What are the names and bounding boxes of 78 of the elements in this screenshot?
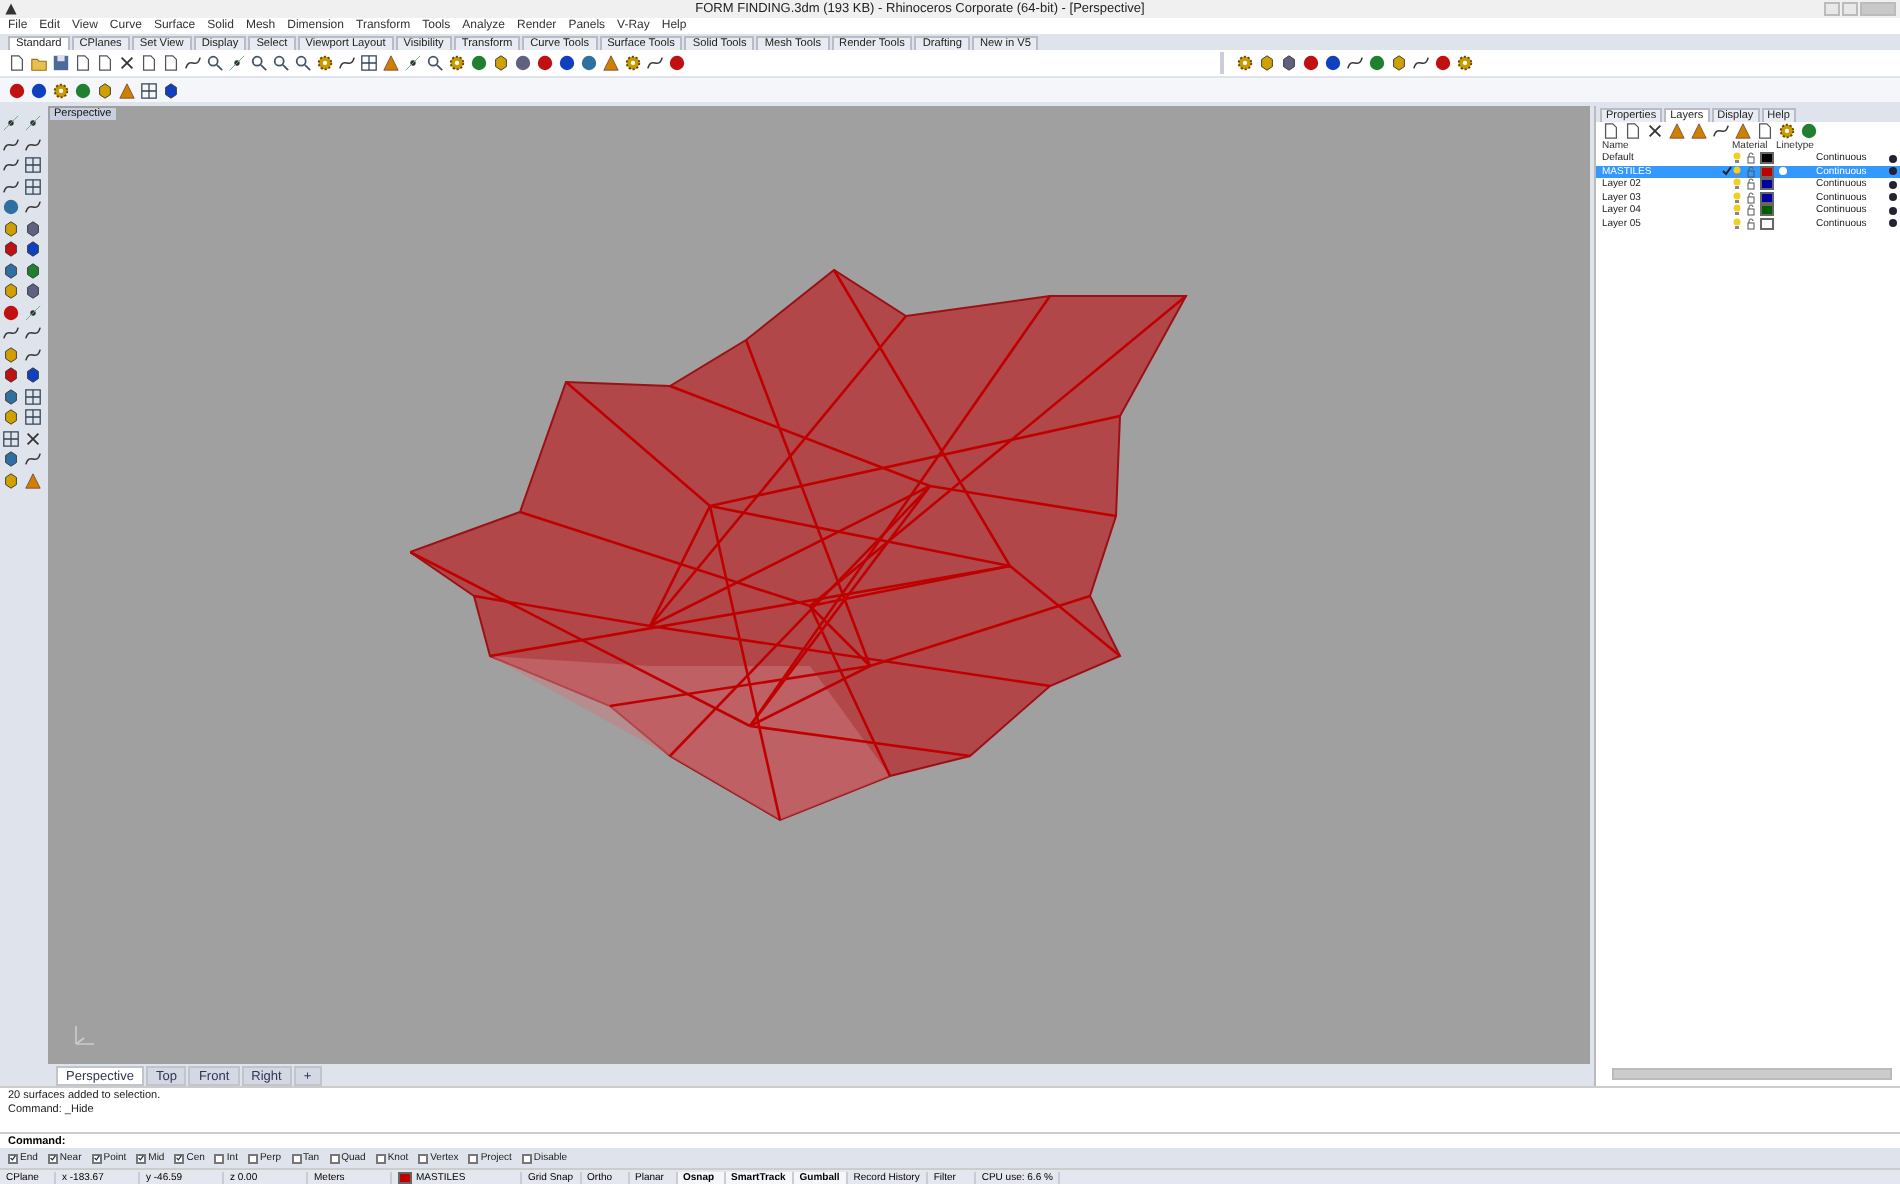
checkbox[interactable] [329,1153,340,1163]
gear-icon[interactable] [448,54,466,72]
magnifier-icon[interactable] [250,54,268,72]
magnifier-icon[interactable] [426,54,444,72]
magnifier-icon[interactable] [294,54,312,72]
magnifier-icon[interactable] [272,54,290,72]
cross-icon[interactable] [118,54,136,72]
lightbulb-icon[interactable] [1732,191,1742,204]
checkbox[interactable] [521,1153,532,1163]
gear-icon[interactable] [52,81,70,99]
circle-icon[interactable] [1778,166,1788,177]
checkbox[interactable] [136,1153,147,1163]
grid-icon[interactable] [24,177,42,195]
sphere-icon[interactable] [2,303,20,321]
color-swatch[interactable] [1760,217,1774,230]
padlock-icon[interactable] [1746,165,1756,178]
point-icon[interactable] [24,303,42,321]
grid-icon[interactable] [360,54,378,72]
checkbox[interactable] [91,1153,102,1163]
point-icon[interactable] [404,54,422,72]
cross-icon[interactable] [1646,121,1664,139]
lightbulb-icon[interactable] [1732,217,1742,230]
grid-icon[interactable] [24,387,42,405]
grid-icon[interactable] [24,408,42,426]
lightbulb-icon[interactable] [1732,165,1742,178]
checkbox[interactable] [8,1153,18,1163]
checkbox[interactable] [47,1153,58,1163]
color-swatch[interactable] [1760,178,1774,191]
grid-icon[interactable] [24,156,42,174]
curve-icon[interactable] [24,450,42,468]
sphere-icon[interactable] [1800,121,1818,139]
color-swatch[interactable] [1760,204,1774,217]
gear-icon[interactable] [316,54,334,72]
lightbulb-icon[interactable] [1732,152,1742,165]
folder-icon[interactable] [30,54,48,72]
checkbox[interactable] [291,1153,302,1163]
padlock-icon[interactable] [1746,152,1756,165]
padlock-icon[interactable] [1746,191,1756,204]
sphere-icon[interactable] [2,198,20,216]
sphere-icon[interactable] [668,54,686,72]
gear-icon[interactable] [624,54,642,72]
sphere-icon[interactable] [470,54,488,72]
checkbox[interactable] [418,1153,429,1163]
gear-icon[interactable] [1236,54,1254,72]
point-icon[interactable] [2,114,20,132]
point-icon[interactable] [228,54,246,72]
padlock-icon[interactable] [1746,178,1756,191]
curve-icon[interactable] [1712,121,1730,139]
curve-icon[interactable] [1412,54,1430,72]
color-swatch[interactable] [1760,191,1774,204]
lightbulb-icon[interactable] [1732,204,1742,217]
axes-icon [72,1024,96,1048]
sphere-icon[interactable] [1368,54,1386,72]
curve-icon[interactable] [1346,54,1364,72]
padlock-icon[interactable] [1746,204,1756,217]
curve-icon[interactable] [184,54,202,72]
gear-icon[interactable] [1456,54,1474,72]
curve-icon[interactable] [646,54,664,72]
point-icon[interactable] [24,114,42,132]
checkbox[interactable] [375,1153,386,1163]
checkbox[interactable] [247,1153,258,1163]
curve-icon[interactable] [338,54,356,72]
lightbulb-icon[interactable] [1732,178,1742,191]
grid-icon[interactable] [2,429,20,447]
padlock-icon[interactable] [1746,217,1756,230]
grid-icon[interactable] [140,81,158,99]
sphere-icon[interactable] [1434,54,1452,72]
sphere-icon[interactable] [74,81,92,99]
checkbox[interactable] [214,1153,225,1163]
gear-icon[interactable] [1778,121,1796,139]
magnifier-icon[interactable] [206,54,224,72]
cross-icon[interactable] [24,429,42,447]
scrollbar[interactable] [1612,1068,1892,1080]
checkbox[interactable] [468,1153,479,1163]
color-swatch[interactable] [1760,152,1774,165]
checkbox[interactable] [174,1153,185,1163]
color-swatch[interactable] [1760,165,1774,178]
page-icon[interactable] [8,54,26,72]
